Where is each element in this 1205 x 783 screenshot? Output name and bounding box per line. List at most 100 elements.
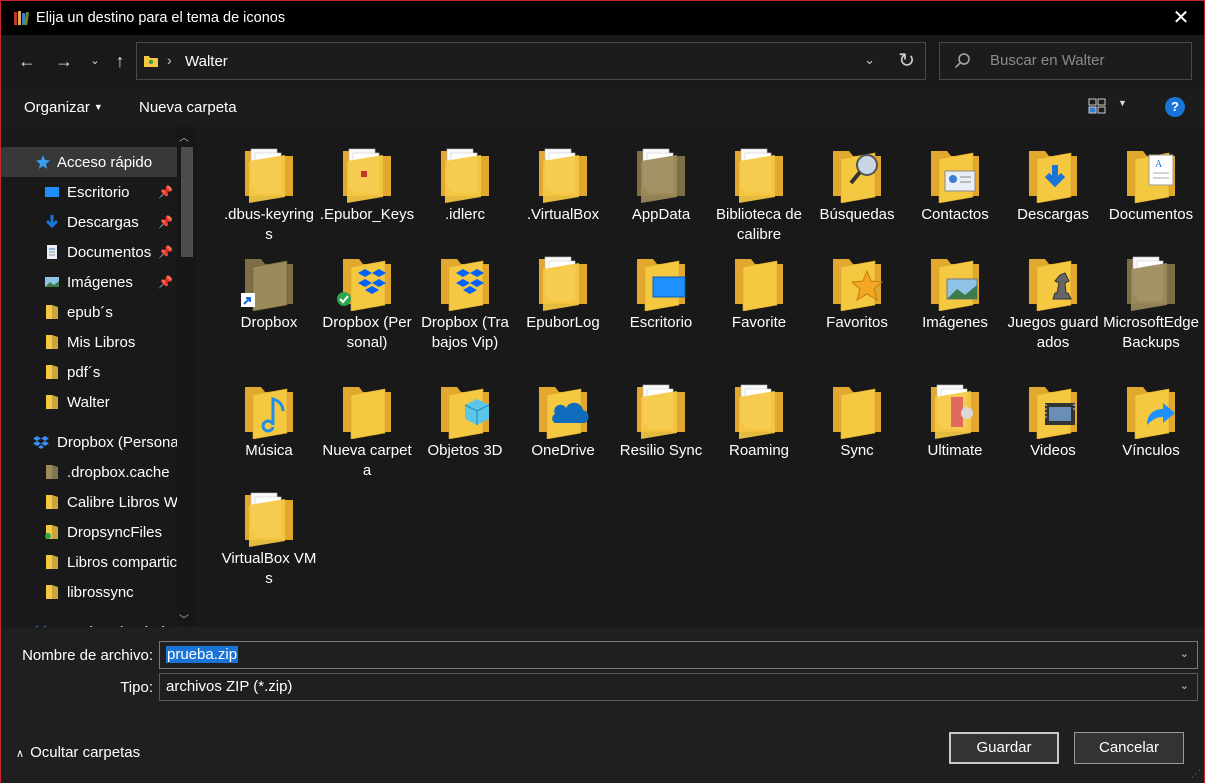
scroll-down-icon[interactable]: ﹀: [179, 611, 189, 626]
folder-item[interactable]: .idlerc: [417, 141, 513, 225]
folder-item[interactable]: Búsquedas: [809, 141, 905, 225]
chevron-down-icon[interactable]: ⌄: [864, 52, 875, 68]
chevron-down-icon[interactable]: ⌄: [1180, 647, 1189, 660]
type-select[interactable]: archivos ZIP (*.zip) ⌄: [159, 673, 1198, 701]
folder-label: .idlerc: [444, 206, 485, 223]
pin-icon[interactable]: 📌: [158, 215, 173, 229]
folder-icon: [637, 384, 685, 439]
address-bar[interactable]: › Walter ⌄ ↻: [136, 42, 926, 80]
folder-item[interactable]: Vínculos: [1103, 377, 1199, 461]
sidebar-item[interactable]: epub´s: [1, 297, 177, 327]
folder-item[interactable]: Música: [221, 377, 317, 461]
sidebar-item[interactable]: Dropbox (Trabajo: [1, 617, 177, 627]
back-icon[interactable]: ←: [15, 49, 39, 73]
sidebar-item[interactable]: DropsyncFiles: [1, 517, 177, 547]
sidebar-item-label: DropsyncFiles: [67, 524, 163, 541]
folder-item[interactable]: .Epubor_Keys: [319, 141, 415, 225]
folder-item[interactable]: Contactos: [907, 141, 1003, 225]
folder-icon: [245, 492, 293, 547]
view-dropdown-icon[interactable]: ▼: [1118, 98, 1127, 108]
sidebar-item[interactable]: librossync: [1, 577, 177, 607]
pin-icon[interactable]: 📌: [158, 185, 173, 199]
breadcrumb-current[interactable]: Walter: [185, 53, 228, 70]
chevron-down-icon[interactable]: ⌄: [1180, 679, 1189, 692]
folder-icon: [931, 384, 979, 439]
folder-item[interactable]: Favorite: [711, 249, 807, 333]
view-options-icon[interactable]: [1088, 98, 1106, 114]
sidebar-item[interactable]: .dropbox.cache: [1, 457, 177, 487]
save-button[interactable]: Guardar: [949, 732, 1059, 764]
filename-value[interactable]: prueba.zip: [166, 646, 239, 663]
help-button[interactable]: ?: [1165, 97, 1185, 117]
sidebar-item-label: Mis Libros: [67, 334, 136, 351]
folder-icon: [735, 259, 783, 311]
sidebar-item[interactable]: Descargas 📌: [1, 207, 177, 237]
folder-item[interactable]: Videos: [1005, 377, 1101, 461]
search-input[interactable]: [990, 52, 1180, 69]
up-icon[interactable]: ↑: [108, 49, 132, 73]
folder-item[interactable]: Biblioteca de calibre: [711, 141, 807, 245]
sidebar-item-label: Acceso rápido: [57, 154, 153, 171]
folder-icon: [637, 148, 685, 203]
sidebar-item[interactable]: Calibre Libros W: [1, 487, 177, 517]
forward-icon[interactable]: →: [52, 49, 76, 73]
folder-item[interactable]: Favoritos: [809, 249, 905, 333]
documents-folder-icon: A: [1127, 151, 1175, 203]
folder-item[interactable]: OneDrive: [515, 377, 611, 461]
sidebar-item-label: Documentos: [67, 244, 152, 261]
folder-icon: [45, 525, 58, 539]
pin-icon[interactable]: 📌: [158, 275, 173, 289]
sidebar-scroll-thumb[interactable]: [181, 147, 193, 257]
folder-icon: [46, 585, 58, 599]
folder-item[interactable]: Dropbox (Personal): [319, 249, 415, 353]
folder-item[interactable]: EpuborLog: [515, 249, 611, 333]
folder-item[interactable]: .VirtualBox: [515, 141, 611, 225]
folder-label: Dropbox (Trabajos Vip): [421, 314, 509, 351]
folder-label: Favorite: [731, 314, 787, 331]
folder-item[interactable]: Juegos guardados: [1005, 249, 1101, 353]
sidebar-item[interactable]: Documentos 📌: [1, 237, 177, 267]
sidebar-item[interactable]: pdf´s: [1, 357, 177, 387]
scroll-up-icon[interactable]: ︿: [179, 129, 189, 144]
favorites-folder-icon: [833, 259, 884, 311]
new-folder-button[interactable]: Nueva carpeta: [139, 99, 237, 116]
folder-label: Contactos: [921, 206, 989, 223]
folder-item[interactable]: Sync: [809, 377, 905, 461]
sidebar-item[interactable]: Escritorio 📌: [1, 177, 177, 207]
folder-label: Descargas: [1017, 206, 1089, 223]
pin-icon[interactable]: 📌: [158, 245, 173, 259]
sidebar-item[interactable]: Imágenes 📌: [1, 267, 177, 297]
folder-item[interactable]: Ultimate: [907, 377, 1003, 461]
recent-locations-icon[interactable]: ⌄: [83, 49, 107, 73]
refresh-icon[interactable]: ↻: [898, 48, 915, 73]
folder-item[interactable]: A Documentos: [1103, 141, 1199, 225]
close-button[interactable]: ✕: [1168, 6, 1194, 30]
sidebar-item[interactable]: Walter: [1, 387, 177, 417]
folder-icon: [46, 395, 58, 409]
filename-field[interactable]: prueba.zip ⌄: [159, 641, 1198, 669]
search-box[interactable]: [939, 42, 1192, 80]
folder-item[interactable]: Resilio Sync: [613, 377, 709, 461]
folder-item[interactable]: .dbus-keyrings: [221, 141, 317, 245]
cancel-button[interactable]: Cancelar: [1074, 732, 1184, 764]
hide-folders-button[interactable]: ∧ Ocultar carpetas: [16, 744, 140, 761]
folder-item[interactable]: Dropbox: [221, 249, 317, 333]
folder-item[interactable]: MicrosoftEdgeBackups: [1103, 249, 1199, 353]
resize-grip-icon[interactable]: ⋰: [1191, 769, 1201, 780]
sidebar-item[interactable]: Libros compartic: [1, 547, 177, 577]
star-icon: [36, 155, 50, 169]
folder-label: Dropbox: [240, 314, 298, 331]
folder-item[interactable]: Roaming: [711, 377, 807, 461]
folder-item[interactable]: Nueva carpeta: [319, 377, 415, 481]
folder-item[interactable]: Descargas: [1005, 141, 1101, 225]
organize-button[interactable]: Organizar ▼: [24, 99, 103, 116]
folder-item[interactable]: Escritorio: [613, 249, 709, 333]
folder-item[interactable]: AppData: [613, 141, 709, 225]
folder-item[interactable]: Imágenes: [907, 249, 1003, 333]
folder-item[interactable]: Dropbox (Trabajos Vip): [417, 249, 513, 353]
sidebar-item[interactable]: Mis Libros: [1, 327, 177, 357]
folder-item[interactable]: VirtualBox VMs: [221, 485, 317, 589]
sidebar-item[interactable]: Dropbox (Persona: [1, 427, 177, 457]
folder-item[interactable]: Objetos 3D: [417, 377, 513, 461]
sidebar-item[interactable]: Acceso rápido: [1, 147, 177, 177]
